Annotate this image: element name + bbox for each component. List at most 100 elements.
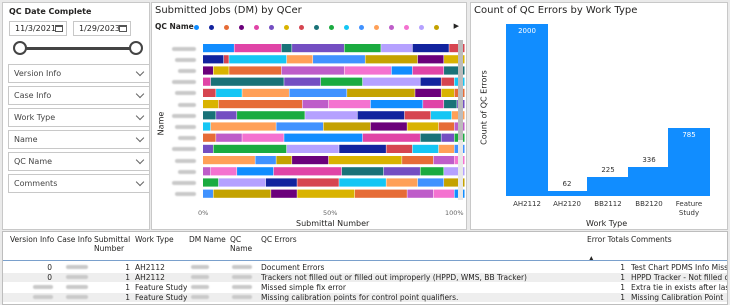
bar-segment[interactable] xyxy=(370,100,423,109)
bar-segment[interactable] xyxy=(289,88,347,97)
bar-segment[interactable] xyxy=(417,55,444,64)
bar-segment[interactable] xyxy=(203,156,255,165)
bar-segment[interactable] xyxy=(347,88,415,97)
bar-ah2112[interactable] xyxy=(506,24,548,196)
bar-segment[interactable] xyxy=(203,88,216,97)
bar-segment[interactable] xyxy=(271,189,297,198)
bar-segment[interactable] xyxy=(344,66,392,75)
bar-segment[interactable] xyxy=(357,111,405,120)
bar-segment[interactable] xyxy=(203,167,211,176)
bar-segment[interactable] xyxy=(402,156,434,165)
bar-segment[interactable] xyxy=(386,178,418,187)
bar-segment[interactable] xyxy=(273,167,342,176)
bar-segment[interactable] xyxy=(433,156,455,165)
bar-segment[interactable] xyxy=(420,167,444,176)
bar-segment[interactable] xyxy=(203,189,213,198)
start-date-input[interactable]: 11/3/2021 xyxy=(9,21,67,36)
bar-segment[interactable] xyxy=(265,178,297,187)
bar-segment[interactable] xyxy=(339,178,386,187)
bar-ah2120[interactable] xyxy=(546,190,588,196)
bar-segment[interactable] xyxy=(370,122,407,131)
calendar-icon[interactable] xyxy=(119,25,127,32)
version-info-dropdown[interactable]: Version Info xyxy=(8,64,150,83)
bar-segment[interactable] xyxy=(381,44,413,53)
col-error-totals[interactable]: Error Totals xyxy=(587,235,629,244)
bar-segment[interactable] xyxy=(320,77,363,86)
bar-segment[interactable] xyxy=(213,66,229,75)
col-comments[interactable]: Comments xyxy=(631,235,672,244)
bar-segment[interactable] xyxy=(237,111,305,120)
bar-segment[interactable] xyxy=(234,44,282,53)
bar-segment[interactable] xyxy=(412,66,444,75)
bar-segment[interactable] xyxy=(242,133,284,142)
bar-segment[interactable] xyxy=(441,88,455,97)
bar-segment[interactable] xyxy=(362,77,420,86)
bar-segment[interactable] xyxy=(354,189,407,198)
bar-segment[interactable] xyxy=(292,44,344,53)
bar-segment[interactable] xyxy=(216,133,242,142)
bar-segment[interactable] xyxy=(423,100,444,109)
bar-segment[interactable] xyxy=(203,66,213,75)
bar-segment[interactable] xyxy=(339,144,386,153)
bar-segment[interactable] xyxy=(313,55,365,64)
bar-segment[interactable] xyxy=(415,88,441,97)
bar-segment[interactable] xyxy=(438,122,455,131)
bar-segment[interactable] xyxy=(216,111,237,120)
bar-segment[interactable] xyxy=(203,178,219,187)
col-version-info[interactable]: Version Info xyxy=(10,235,54,244)
col-qc-errors[interactable]: QC Errors xyxy=(261,235,297,244)
col-dm-name[interactable]: DM Name xyxy=(189,235,226,244)
bar-segment[interactable] xyxy=(407,122,439,131)
col-work-type[interactable]: Work Type xyxy=(135,235,174,244)
name-dropdown[interactable]: Name xyxy=(8,130,150,149)
bar-segment[interactable] xyxy=(218,100,303,109)
bar-segment[interactable] xyxy=(210,167,237,176)
bar-segment[interactable] xyxy=(302,100,329,109)
bar-segment[interactable] xyxy=(328,100,371,109)
bar-segment[interactable] xyxy=(203,144,213,153)
bar-segment[interactable] xyxy=(404,111,431,120)
stacked-bars[interactable] xyxy=(152,3,468,231)
bar-segment[interactable] xyxy=(386,144,413,153)
table-row[interactable]: 0 1 AH2112 Document Errors 1 Test Chart PDMS … xyxy=(3,263,727,272)
bar-segment[interactable] xyxy=(229,55,287,64)
table-row[interactable]: 1 Feature Study Missed simple fix error 1 Ex… xyxy=(3,283,727,292)
bar-segment[interactable] xyxy=(362,133,420,142)
bar-bb2112[interactable] xyxy=(587,176,629,196)
bar-segment[interactable] xyxy=(412,44,449,53)
bar-segment[interactable] xyxy=(383,167,420,176)
bar-segment[interactable] xyxy=(284,77,321,86)
bar-segment[interactable] xyxy=(297,189,355,198)
bar-segment[interactable] xyxy=(305,111,358,120)
bar-segment[interactable] xyxy=(223,55,229,64)
chart-scrollbar[interactable] xyxy=(458,40,463,200)
bar-segment[interactable] xyxy=(229,66,282,75)
bar-segment[interactable] xyxy=(341,167,384,176)
bar-segment[interactable] xyxy=(284,133,363,142)
bar-segment[interactable] xyxy=(407,189,434,198)
bar-segment[interactable] xyxy=(203,55,224,64)
bar-segment[interactable] xyxy=(286,144,339,153)
bar-segment[interactable] xyxy=(276,122,324,131)
table-row[interactable]: 0 1 AH2112 Trackers not filled out or fille… xyxy=(3,273,727,282)
bar-segment[interactable] xyxy=(438,144,455,153)
bar-bb2120[interactable] xyxy=(628,167,670,196)
bar-segment[interactable] xyxy=(297,178,339,187)
qc-name-dropdown[interactable]: QC Name xyxy=(8,152,150,171)
end-date-input[interactable]: 1/29/2023 xyxy=(73,21,131,36)
bar-segment[interactable] xyxy=(237,167,274,176)
bar-segment[interactable] xyxy=(276,156,292,165)
col-case-info[interactable]: Case Info xyxy=(57,235,92,244)
bar-segment[interactable] xyxy=(213,189,271,198)
bar-segment[interactable] xyxy=(323,122,371,131)
bar-segment[interactable] xyxy=(420,133,441,142)
col-qc-name[interactable]: QC Name xyxy=(230,235,252,253)
bar-segment[interactable] xyxy=(281,66,344,75)
bar-segment[interactable] xyxy=(328,156,402,165)
bar-segment[interactable] xyxy=(281,44,292,53)
table-row[interactable]: 1 Feature Study Missing calibration points… xyxy=(3,293,727,302)
bar-segment[interactable] xyxy=(412,144,439,153)
bar-segment[interactable] xyxy=(255,156,276,165)
calendar-icon[interactable] xyxy=(55,25,63,32)
bar-segment[interactable] xyxy=(430,111,452,120)
